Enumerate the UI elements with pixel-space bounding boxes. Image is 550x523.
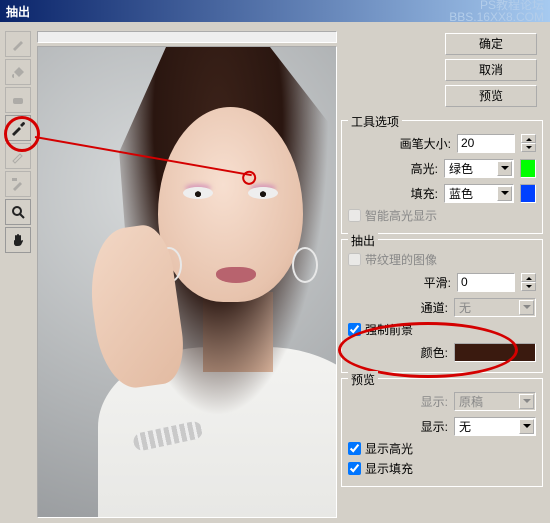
show-label: 显示:	[421, 393, 448, 410]
eyedropper-tool[interactable]	[5, 115, 31, 141]
eraser-icon	[10, 92, 26, 108]
channel-label: 通道:	[421, 299, 448, 316]
chevron-down-icon	[519, 300, 534, 315]
textured-label: 带纹理的图像	[365, 251, 437, 268]
extract-group: 抽出 带纹理的图像 平滑: 通道: 无 强制前景 颜色:	[341, 239, 543, 373]
brush-size-spinner[interactable]	[521, 134, 536, 152]
window-title: 抽出	[6, 3, 30, 20]
force-foreground-label: 强制前景	[365, 321, 413, 338]
textured-checkbox	[348, 253, 361, 266]
show-highlight-label: 显示高光	[365, 440, 413, 457]
bucket-icon	[10, 64, 26, 80]
force-foreground-checkbox[interactable]	[348, 323, 361, 336]
fill-tool[interactable]	[5, 59, 31, 85]
color-label: 颜色:	[421, 344, 448, 361]
marker-icon	[10, 36, 26, 52]
preview-top-bar	[37, 31, 337, 43]
show-highlight-checkbox[interactable]	[348, 442, 361, 455]
preview-title: 预览	[348, 371, 378, 388]
watermark: PS教程论坛 BBS.16XX8.COM	[449, 0, 544, 23]
tool-options-group: 工具选项 画笔大小: 高光: 绿色 填充: 蓝色 智能高光显示	[341, 120, 543, 234]
brush-size-label: 画笔大小:	[400, 135, 451, 152]
ok-button[interactable]: 确定	[445, 33, 537, 55]
effect-label: 显示:	[421, 418, 448, 435]
edge-highlighter-tool[interactable]	[5, 31, 31, 57]
eraser-tool[interactable]	[5, 87, 31, 113]
eyedropper-icon	[9, 119, 27, 137]
smart-highlight-checkbox	[348, 209, 361, 222]
edge-touchup-icon	[10, 176, 26, 192]
highlight-swatch	[520, 159, 536, 178]
chevron-down-icon	[519, 419, 534, 434]
cancel-button[interactable]: 取消	[445, 59, 537, 81]
channel-select: 无	[454, 298, 536, 317]
right-panel: 确定 取消 预览 工具选项 画笔大小: 高光: 绿色 填充: 蓝色	[341, 27, 545, 518]
smooth-input[interactable]	[457, 273, 515, 292]
smooth-label: 平滑:	[424, 274, 451, 291]
show-fill-checkbox[interactable]	[348, 462, 361, 475]
preview-column	[37, 27, 337, 518]
preview-group: 预览 显示: 原稿 显示: 无 显示高光 显示填充	[341, 378, 543, 487]
portrait-image	[38, 47, 336, 517]
cleanup-icon	[10, 148, 26, 164]
fill-label: 填充:	[411, 185, 438, 202]
edge-touchup-tool[interactable]	[5, 171, 31, 197]
zoom-tool[interactable]	[5, 199, 31, 225]
effect-select[interactable]: 无	[454, 417, 536, 436]
preview-button[interactable]: 预览	[445, 85, 537, 107]
chevron-down-icon	[497, 186, 512, 201]
toolbar	[5, 27, 33, 518]
tool-options-title: 工具选项	[348, 113, 402, 130]
fill-swatch	[520, 184, 536, 203]
brush-size-input[interactable]	[457, 134, 515, 153]
fill-select[interactable]: 蓝色	[444, 184, 514, 203]
show-fill-label: 显示填充	[365, 460, 413, 477]
zoom-icon	[10, 204, 26, 220]
chevron-down-icon	[519, 394, 534, 409]
hand-tool[interactable]	[5, 227, 31, 253]
content-area: 确定 取消 预览 工具选项 画笔大小: 高光: 绿色 填充: 蓝色	[0, 22, 550, 523]
cleanup-tool[interactable]	[5, 143, 31, 169]
smooth-spinner[interactable]	[521, 273, 536, 291]
titlebar: 抽出 PS教程论坛 BBS.16XX8.COM	[0, 0, 550, 22]
hand-icon	[10, 232, 26, 248]
image-preview[interactable]	[37, 46, 337, 518]
extract-title: 抽出	[348, 232, 378, 249]
highlight-label: 高光:	[411, 160, 438, 177]
smart-highlight-label: 智能高光显示	[365, 207, 437, 224]
show-select: 原稿	[454, 392, 536, 411]
chevron-down-icon	[497, 161, 512, 176]
highlight-select[interactable]: 绿色	[444, 159, 514, 178]
color-swatch[interactable]	[454, 343, 536, 362]
